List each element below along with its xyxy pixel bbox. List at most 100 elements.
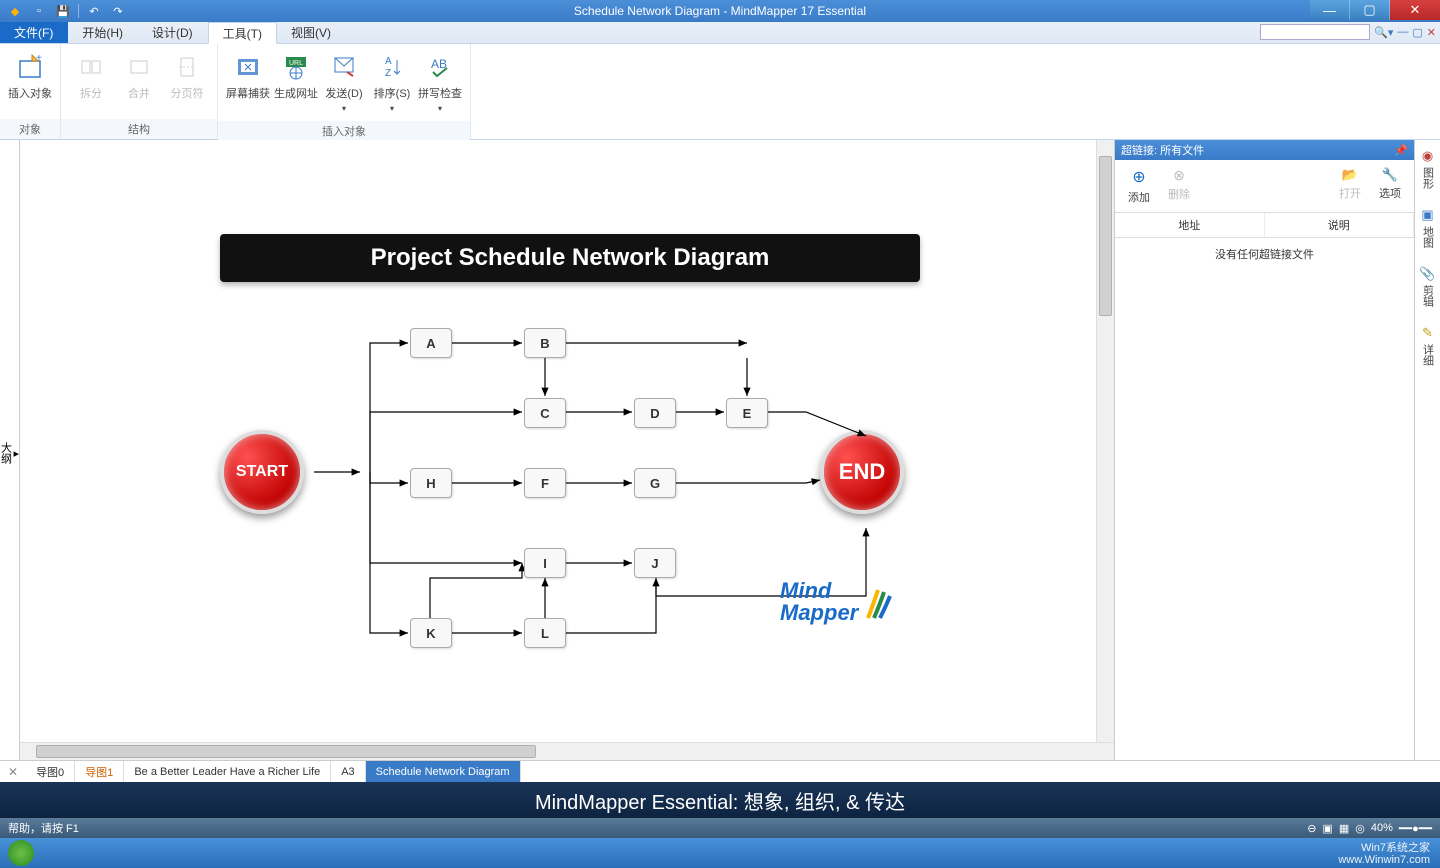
ribbon-group-label: 对象 [0,119,60,139]
close-button[interactable]: ✕ [1390,0,1440,20]
start-node[interactable]: START [220,430,314,524]
diagram-node-J[interactable]: J [634,548,676,578]
watermark: Win7系统之家 www.Winwin7.com [1338,842,1430,866]
side-clip[interactable]: 📎剪辑 [1419,266,1435,307]
options-button[interactable]: 🔧选项 [1370,164,1410,208]
diagram-node-F[interactable]: F [524,468,566,498]
merge-button: 合并 [115,48,163,115]
svg-text:+: + [36,53,42,64]
help-min-icon[interactable]: — [1397,26,1408,39]
brand-logo: MindMapper [780,580,894,624]
redo-icon[interactable]: ↷ [109,2,127,20]
link-columns: 地址 说明 [1115,213,1414,238]
outline-tab[interactable]: ▸ 大纲 [0,140,20,760]
statusbar: 帮助，请按 F1 ⊖ ▣ ▦ ◎ 40% ━━●━━ [0,818,1440,838]
diagram-node-C[interactable]: C [524,398,566,428]
doc-tab[interactable]: 导图1 [75,761,124,782]
menubar: 文件(F) 开始(H) 设计(D) 工具(T) 视图(V) 🔍▾ — ▢ ✕ [0,22,1440,44]
quick-access-toolbar: ◆ ▫ 💾 ↶ ↷ [0,2,127,20]
brand-icon [864,582,894,622]
doc-tab[interactable]: Be a Better Leader Have a Richer Life [124,761,331,782]
ribbon-group-insert: 屏幕捕获 URL 生成网址 发送(D)▾ AZ 排序(S)▾ AB 拼写检查▾ … [218,44,471,139]
menu-start[interactable]: 开始(H) [68,22,138,43]
status-help: 帮助，请按 F1 [8,820,79,836]
end-node[interactable]: END [820,430,914,524]
svg-text:Z: Z [385,68,391,79]
gen-url-button[interactable]: URL 生成网址 [272,48,320,117]
view-icon3[interactable]: ◎ [1355,822,1365,835]
windows-taskbar: Win7系统之家 www.Winwin7.com [0,838,1440,868]
style-selector[interactable] [1260,24,1370,40]
new-icon[interactable]: ▫ [30,2,48,20]
save-icon[interactable]: 💾 [54,2,72,20]
doc-tab[interactable]: A3 [331,761,365,782]
add-link-button[interactable]: ⊕添加 [1119,164,1159,208]
diagram-node-G[interactable]: G [634,468,676,498]
search-icon[interactable]: 🔍▾ [1374,26,1393,39]
start-menu-icon[interactable] [8,840,34,866]
panel-header[interactable]: 超链接: 所有文件 📌 [1115,140,1414,160]
zoom-slider[interactable]: ━━●━━ [1399,822,1432,835]
diagram-node-A[interactable]: A [410,328,452,358]
window-controls: — ▢ ✕ [1310,0,1440,20]
pin-icon[interactable]: 📌 [1394,144,1408,157]
zoom-level[interactable]: 40% [1371,822,1393,834]
diagram-title[interactable]: Project Schedule Network Diagram [220,234,920,282]
undo-icon[interactable]: ↶ [85,2,103,20]
side-detail[interactable]: ✎详细 [1420,325,1436,366]
delete-link-button: ⊗删除 [1159,164,1199,208]
essential-banner: MindMapper Essential: 想象, 组织, & 传达 [0,782,1440,818]
help-restore-icon[interactable]: ▢ [1412,26,1422,39]
diagram-node-K[interactable]: K [410,618,452,648]
app-icon[interactable]: ◆ [6,2,24,20]
insert-object-button[interactable]: + 插入对象 [6,48,54,115]
diagram-node-L[interactable]: L [524,618,566,648]
canvas[interactable]: Project Schedule Network Diagram START E… [20,140,1114,760]
brand-text: MindMapper [780,580,858,624]
svg-text:A: A [385,56,392,67]
diagram-node-E[interactable]: E [726,398,768,428]
svg-text:URL: URL [289,60,303,67]
view-icon[interactable]: ▣ [1322,822,1332,835]
ribbon-label: 插入对象 [8,85,52,101]
titlebar: ◆ ▫ 💾 ↶ ↷ Schedule Network Diagram - Min… [0,0,1440,22]
connector-lines [20,140,1080,760]
view-icon2[interactable]: ▦ [1339,822,1349,835]
open-link-button: 📂打开 [1330,164,1370,208]
menu-view[interactable]: 视图(V) [277,22,346,43]
screen-capture-button[interactable]: 屏幕捕获 [224,48,272,117]
document-tabs: ✕ 导图0 导图1 Be a Better Leader Have a Rich… [0,760,1440,782]
horizontal-scrollbar[interactable] [20,742,1114,760]
workspace: ▸ 大纲 Project Schedule Network Diagram ST… [0,140,1440,760]
diagram-node-B[interactable]: B [524,328,566,358]
vertical-scrollbar[interactable] [1096,140,1114,742]
menu-tools[interactable]: 工具(T) [208,22,277,44]
doc-tab-active[interactable]: Schedule Network Diagram [366,761,521,782]
pagebreak-button: 分页符 [163,48,211,115]
doc-tab[interactable]: 导图0 [26,761,75,782]
ribbon-group-structure: 拆分 合并 分页符 结构 [61,44,218,139]
hyperlink-panel: 超链接: 所有文件 📌 ⊕添加 ⊗删除 📂打开 🔧选项 地址 说明 没有任何超链… [1114,140,1414,760]
tab-close-icon[interactable]: ✕ [0,761,26,782]
send-button[interactable]: 发送(D)▾ [320,48,368,117]
diagram-node-H[interactable]: H [410,468,452,498]
sort-button[interactable]: AZ 排序(S)▾ [368,48,416,117]
diagram-node-I[interactable]: I [524,548,566,578]
side-map[interactable]: ▣地图 [1420,207,1436,248]
menubar-right: 🔍▾ — ▢ ✕ [1260,24,1436,40]
ribbon: + 插入对象 对象 拆分 合并 分页符 结构 屏幕捕获 [0,44,1440,140]
help-close-icon[interactable]: ✕ [1427,26,1436,39]
zoom-out-icon[interactable]: ⊖ [1307,822,1316,835]
maximize-button[interactable]: ▢ [1350,0,1390,20]
empty-message: 没有任何超链接文件 [1115,238,1414,270]
spellcheck-button[interactable]: AB 拼写检查▾ [416,48,464,117]
status-right: ⊖ ▣ ▦ ◎ 40% ━━●━━ [1307,822,1432,835]
diagram-node-D[interactable]: D [634,398,676,428]
collapse-icon[interactable]: ▸ [13,447,19,460]
minimize-button[interactable]: — [1310,0,1350,20]
file-menu[interactable]: 文件(F) [0,22,68,43]
menu-design[interactable]: 设计(D) [138,22,208,43]
split-button: 拆分 [67,48,115,115]
window-title: Schedule Network Diagram - MindMapper 17… [574,4,866,18]
side-shapes[interactable]: ◉图形 [1420,148,1436,189]
